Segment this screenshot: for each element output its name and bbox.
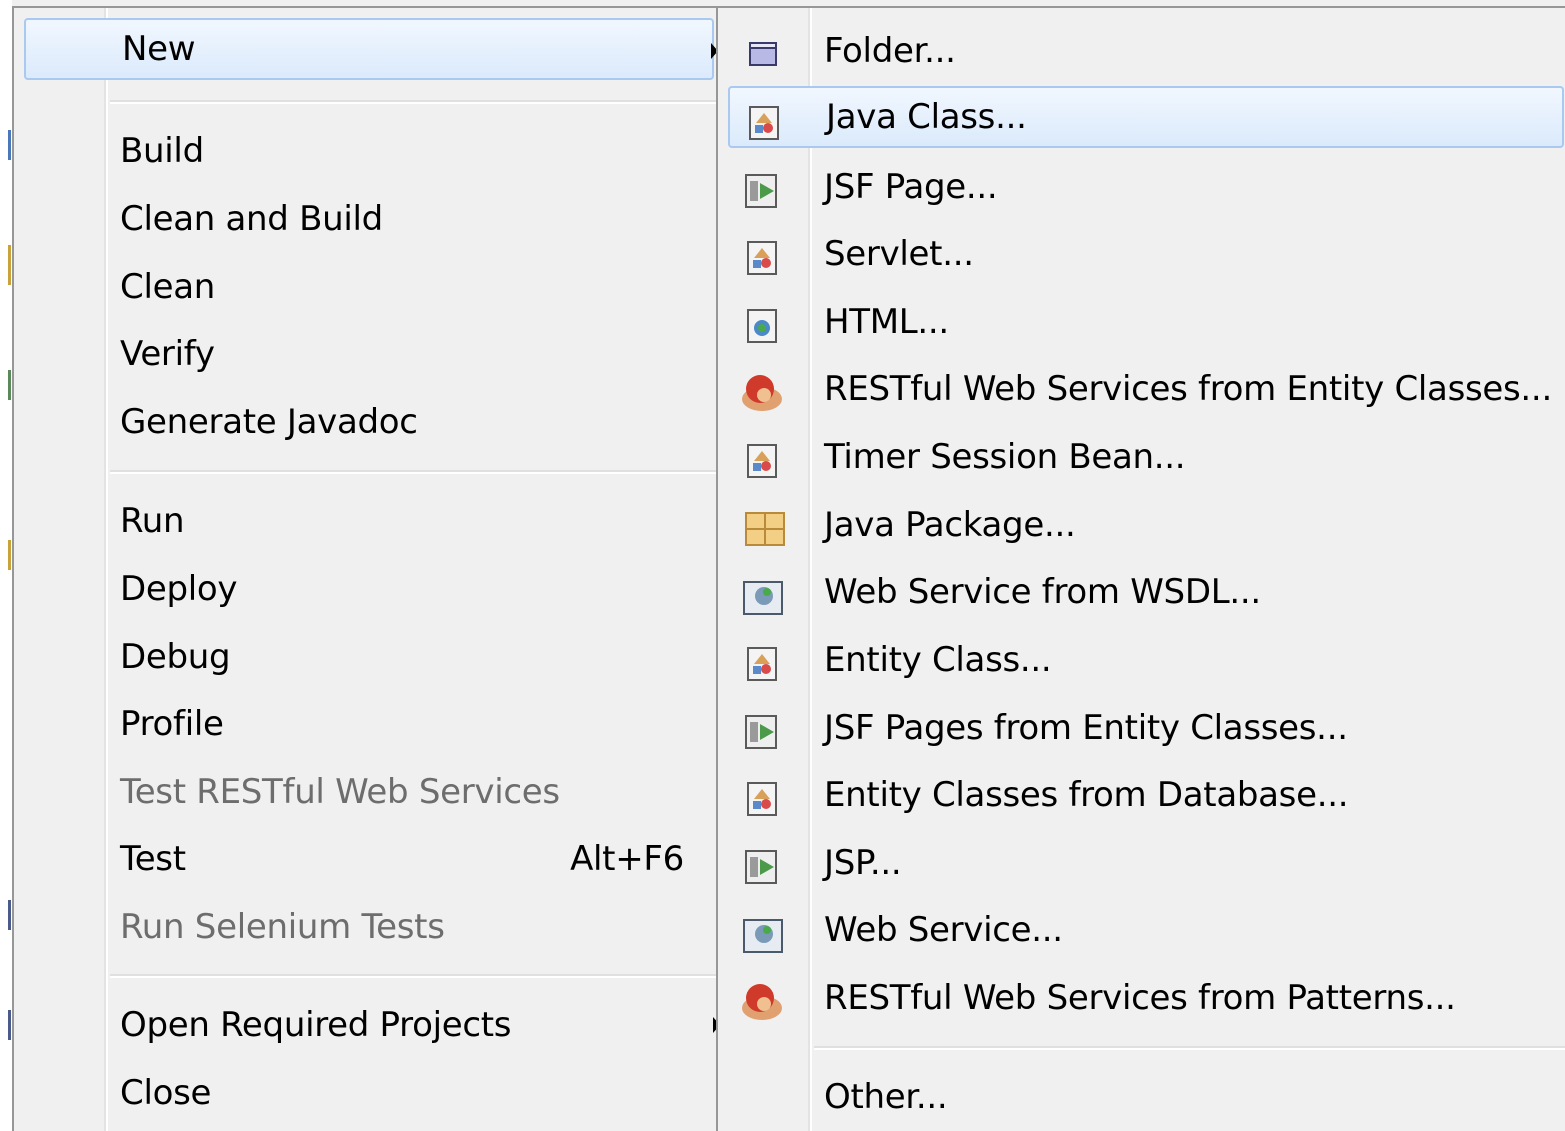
menu-item-label: Folder...	[824, 31, 956, 71]
restful-service-icon	[738, 980, 786, 1024]
submenu-item-web-service[interactable]: Web Service...	[728, 899, 1564, 961]
menu-item-new[interactable]: New	[24, 18, 718, 80]
menu-item-label: Run	[120, 501, 185, 541]
menu-item-generate-javadoc[interactable]: Generate Javadoc	[24, 391, 714, 453]
menu-item-label: Deploy	[120, 569, 238, 609]
menu-separator	[814, 1046, 1565, 1050]
submenu-item-jsf-page[interactable]: JSF Page...	[728, 156, 1564, 218]
menu-item-close[interactable]: Close	[24, 1062, 714, 1124]
menu-item-label: Servlet...	[824, 234, 974, 274]
entity-classes-db-icon	[738, 777, 786, 821]
restful-service-icon	[738, 371, 786, 415]
new-submenu: Folder... Java Class... JSF Page... Serv…	[716, 6, 1565, 1131]
menu-item-label: RESTful Web Services from Entity Classes…	[824, 369, 1552, 409]
menu-item-label: JSF Page...	[824, 167, 998, 207]
menu-item-verify[interactable]: Verify	[24, 323, 714, 385]
menu-item-test-restful-web-services: Test RESTful Web Services	[24, 761, 714, 823]
submenu-item-folder[interactable]: Folder...	[728, 20, 1564, 82]
menu-item-label: Clean and Build	[120, 199, 383, 239]
menu-item-label: Generate Javadoc	[120, 402, 418, 442]
jsf-page-icon	[738, 169, 786, 213]
menu-item-clean-and-build[interactable]: Clean and Build	[24, 188, 714, 250]
web-service-icon	[738, 912, 786, 956]
menu-item-shortcut: Alt+F6	[570, 839, 684, 879]
submenu-item-other[interactable]: Other...	[728, 1066, 1564, 1128]
web-service-icon	[738, 574, 786, 618]
menu-item-open-required-projects[interactable]: Open Required Projects	[24, 994, 720, 1056]
submenu-item-timer-session-bean[interactable]: Timer Session Bean...	[728, 426, 1564, 488]
menu-item-label: Build	[120, 131, 204, 171]
menu-item-label: New	[122, 29, 196, 69]
entity-class-icon	[738, 642, 786, 686]
menu-item-label: Entity Classes from Database...	[824, 775, 1349, 815]
submenu-item-web-service-from-wsdl[interactable]: Web Service from WSDL...	[728, 561, 1564, 623]
submenu-item-entity-classes-from-db[interactable]: Entity Classes from Database...	[728, 764, 1564, 826]
menu-item-label: Profile	[120, 704, 224, 744]
menu-item-label: Verify	[120, 334, 215, 374]
menu-item-label: Debug	[120, 637, 231, 677]
submenu-item-restful-from-entity[interactable]: RESTful Web Services from Entity Classes…	[728, 358, 1564, 420]
servlet-icon	[738, 236, 786, 280]
menu-item-label: Web Service from WSDL...	[824, 572, 1261, 612]
menu-separator	[110, 470, 716, 474]
menu-item-label: Test RESTful Web Services	[120, 772, 560, 812]
html-file-icon	[738, 304, 786, 348]
menu-item-profile[interactable]: Profile	[24, 693, 714, 755]
jsf-pages-icon	[738, 710, 786, 754]
menu-item-label: JSP...	[824, 843, 902, 883]
menu-item-label: Other...	[824, 1077, 948, 1117]
menu-item-label: RESTful Web Services from Patterns...	[824, 978, 1456, 1018]
menu-item-label: JSF Pages from Entity Classes...	[824, 708, 1348, 748]
menu-separator	[110, 100, 716, 104]
menu-item-deploy[interactable]: Deploy	[24, 558, 714, 620]
submenu-item-java-class[interactable]: Java Class...	[728, 86, 1564, 148]
editor-edge	[0, 0, 12, 1131]
folder-icon	[738, 33, 786, 77]
menu-item-label: HTML...	[824, 302, 949, 342]
menu-item-label: Run Selenium Tests	[120, 907, 445, 947]
menu-item-label: Open Required Projects	[120, 1005, 512, 1045]
menu-item-run-selenium-tests: Run Selenium Tests	[24, 896, 714, 958]
java-class-icon	[740, 101, 788, 145]
menu-item-debug[interactable]: Debug	[24, 626, 714, 688]
submenu-item-servlet[interactable]: Servlet...	[728, 223, 1564, 285]
java-package-icon	[738, 507, 786, 551]
submenu-item-jsf-pages-from-entity[interactable]: JSF Pages from Entity Classes...	[728, 697, 1564, 759]
menu-item-run[interactable]: Run	[24, 490, 714, 552]
menu-item-clean[interactable]: Clean	[24, 256, 714, 318]
menu-item-label: Test	[120, 839, 186, 879]
menu-item-label: Entity Class...	[824, 640, 1052, 680]
submenu-item-java-package[interactable]: Java Package...	[728, 494, 1564, 556]
menu-item-label: Java Package...	[824, 505, 1076, 545]
menu-item-label: Close	[120, 1073, 212, 1113]
menu-item-label: Web Service...	[824, 910, 1063, 950]
context-menu-screen: New Build Clean and Build Clean Verify G…	[0, 0, 1565, 1131]
menu-item-build[interactable]: Build	[24, 120, 714, 182]
project-context-menu: New Build Clean and Build Clean Verify G…	[12, 6, 720, 1131]
submenu-item-entity-class[interactable]: Entity Class...	[728, 629, 1564, 691]
menu-item-label: Java Class...	[826, 97, 1027, 137]
session-bean-icon	[738, 439, 786, 483]
submenu-item-html[interactable]: HTML...	[728, 291, 1564, 353]
menu-separator	[110, 974, 716, 978]
menu-item-test[interactable]: Test Alt+F6	[24, 828, 714, 890]
submenu-item-restful-from-patterns[interactable]: RESTful Web Services from Patterns...	[728, 967, 1564, 1029]
menu-item-label: Clean	[120, 267, 215, 307]
jsp-icon	[738, 845, 786, 889]
submenu-item-jsp[interactable]: JSP...	[728, 832, 1564, 894]
menu-item-label: Timer Session Bean...	[824, 437, 1186, 477]
